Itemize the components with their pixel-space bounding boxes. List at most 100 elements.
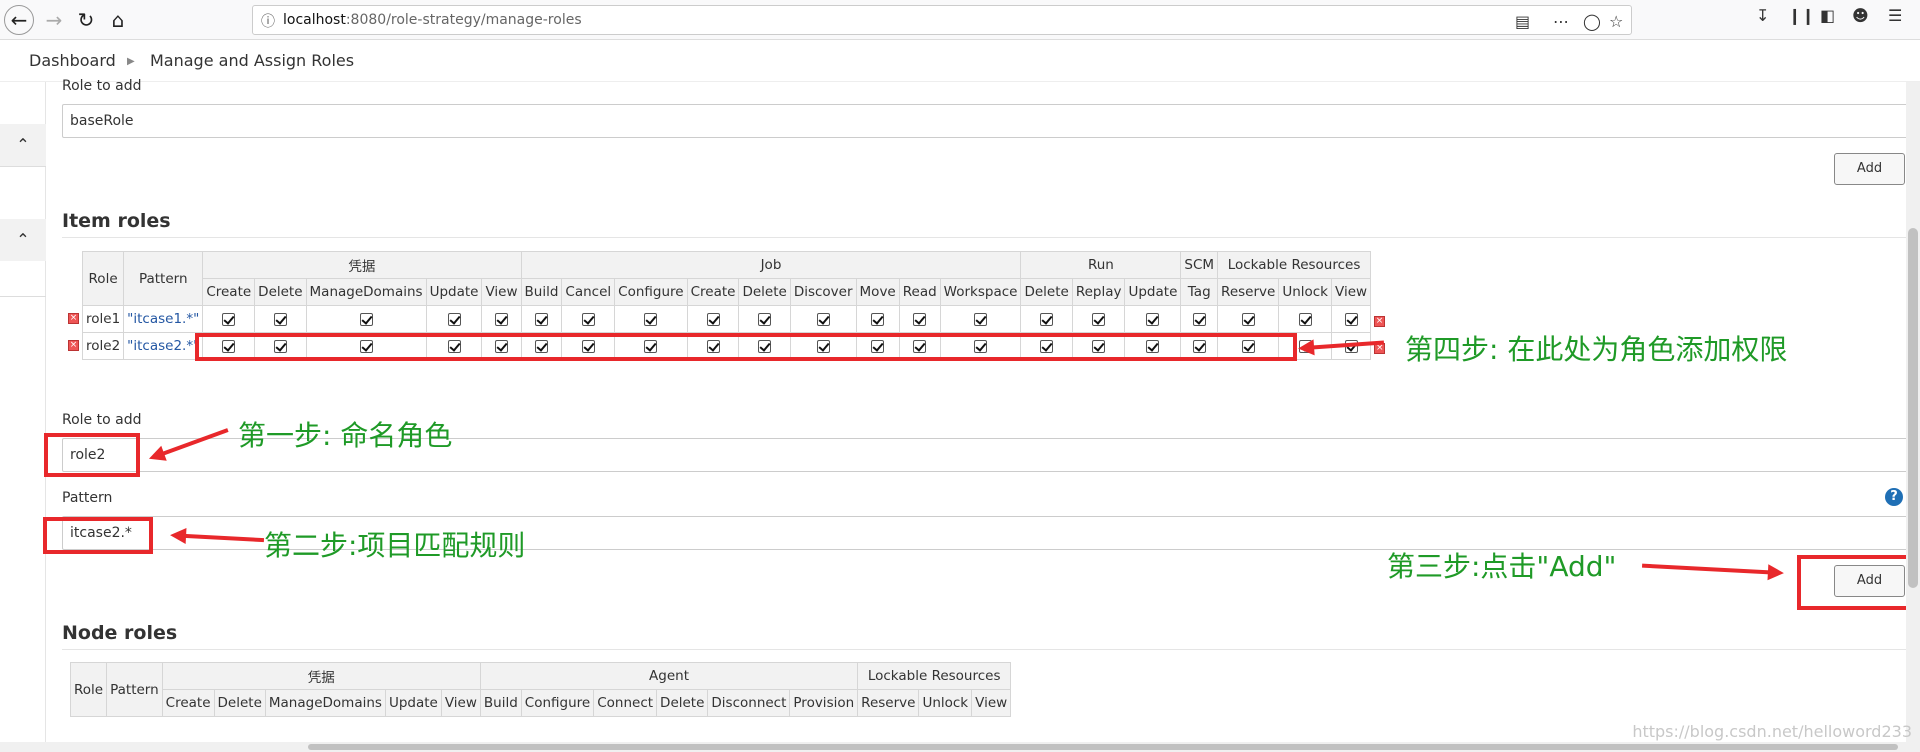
- delete-role-icon[interactable]: ×: [1374, 316, 1386, 327]
- item-role-to-add-label: Role to add: [62, 412, 142, 428]
- permission-checkbox[interactable]: [495, 312, 508, 326]
- permission-cell: [254, 305, 307, 333]
- node-roles-divider: [62, 649, 1908, 650]
- collapse-chevron-up-icon[interactable]: ⌃: [0, 219, 46, 261]
- step4-annotation: 第四步: 在此处为角色添加权限: [1405, 333, 1788, 366]
- delete-cell: ×: [1370, 305, 1389, 333]
- global-add-button[interactable]: Add: [1834, 153, 1905, 185]
- library-icon[interactable]: ❙❙: [1788, 6, 1815, 25]
- pattern-link[interactable]: "itcase2.*": [123, 332, 204, 360]
- table-row: × role1 "itcase1.*" ×: [68, 305, 1389, 333]
- permission-cell: [939, 305, 1022, 333]
- permission-checkbox[interactable]: [1092, 312, 1106, 326]
- step1-highlight-box: [44, 433, 140, 477]
- permission-header: Discover: [789, 278, 857, 306]
- permission-header: ManageDomains: [264, 689, 386, 717]
- permission-checkbox[interactable]: [581, 312, 595, 326]
- permission-header: View: [1331, 278, 1372, 306]
- permission-header: Delete: [656, 689, 709, 717]
- permission-checkbox[interactable]: [1344, 312, 1358, 326]
- sidebar-icon[interactable]: ◧: [1820, 6, 1835, 25]
- item-roles-divider: [62, 237, 1908, 238]
- permission-header: Unlock: [918, 689, 973, 717]
- permission-cell: [1217, 305, 1280, 333]
- permission-header: Delete: [738, 278, 791, 306]
- permission-checkbox[interactable]: [706, 312, 720, 326]
- vertical-scroll-thumb[interactable]: [1908, 228, 1918, 588]
- permission-checkbox[interactable]: [644, 312, 658, 326]
- permission-header: Reserve: [1217, 278, 1280, 306]
- back-arrow-icon[interactable]: ←: [4, 5, 34, 35]
- permission-header: Build: [520, 278, 563, 306]
- pocket-icon[interactable]: ◯: [1583, 12, 1601, 31]
- step3-arrow: [1641, 563, 1771, 575]
- permission-checkbox[interactable]: [1040, 312, 1054, 326]
- permission-cell: [614, 305, 688, 333]
- url-text: localhost:8080/role-strategy/manage-role…: [283, 12, 582, 28]
- permission-checkbox[interactable]: [1146, 312, 1160, 326]
- permission-header: Configure: [520, 689, 595, 717]
- permission-header: Delete: [213, 689, 266, 717]
- group-lockable-header: Lockable Resources: [1217, 251, 1372, 279]
- home-icon[interactable]: ⌂: [102, 4, 134, 36]
- permission-header: Delete: [1020, 278, 1073, 306]
- permission-cell: [1071, 305, 1126, 333]
- permission-checkbox[interactable]: [758, 312, 772, 326]
- breadcrumb-manage-roles[interactable]: Manage and Assign Roles: [150, 51, 354, 70]
- group-scm-header: SCM: [1180, 251, 1219, 279]
- help-icon[interactable]: ?: [1885, 488, 1903, 506]
- delete-role-icon[interactable]: ×: [68, 340, 79, 351]
- reader-view-icon[interactable]: ▤: [1515, 12, 1530, 31]
- col-pattern-header: Pattern: [106, 662, 163, 717]
- reload-icon[interactable]: ↻: [70, 4, 102, 36]
- permission-checkbox[interactable]: [974, 312, 988, 326]
- permission-cell: [686, 305, 740, 333]
- permission-checkbox[interactable]: [273, 312, 287, 326]
- delete-role-icon[interactable]: ×: [68, 313, 79, 324]
- permission-checkbox[interactable]: [1192, 312, 1206, 326]
- permission-header: Read: [898, 278, 941, 306]
- account-icon[interactable]: ☻: [1852, 6, 1869, 25]
- permission-cell: [1124, 305, 1182, 333]
- group-run-header: Run: [1020, 251, 1182, 279]
- group-credentials-header: 凭据: [202, 251, 522, 279]
- breadcrumb-dashboard[interactable]: Dashboard: [29, 51, 116, 70]
- breadcrumb: Dashboard ▶ Manage and Assign Roles: [0, 40, 1920, 82]
- permission-header: Update: [1124, 278, 1182, 306]
- permission-header: View: [971, 689, 1012, 717]
- browser-toolbar: ← → ↻ ⌂ ⓘ localhost:8080/role-strategy/m…: [0, 0, 1920, 40]
- permission-cell: [898, 305, 941, 333]
- global-role-to-add-input[interactable]: baseRole: [62, 104, 1908, 138]
- permission-checkbox[interactable]: [534, 312, 548, 326]
- permission-cell: [305, 305, 427, 333]
- permission-checkbox[interactable]: [871, 312, 885, 326]
- side-panel: ⌃ ⌃: [0, 82, 46, 752]
- permission-checkbox[interactable]: [913, 312, 927, 326]
- permission-header: Disconnect: [707, 689, 791, 717]
- collapse-chevron-up-icon[interactable]: ⌃: [0, 124, 46, 166]
- permission-checkbox[interactable]: [447, 312, 461, 326]
- pattern-link[interactable]: "itcase1.*": [123, 305, 204, 333]
- permission-checkbox[interactable]: [222, 312, 236, 326]
- menu-icon[interactable]: ☰: [1888, 6, 1902, 25]
- permission-checkbox[interactable]: [816, 312, 830, 326]
- permission-header: Build: [479, 689, 522, 717]
- horizontal-scroll-thumb[interactable]: [308, 744, 1898, 750]
- permission-checkbox[interactable]: [1298, 312, 1312, 326]
- col-role-header: Role: [69, 662, 108, 717]
- permission-header: Tag: [1180, 278, 1219, 306]
- bookmark-star-icon[interactable]: ☆: [1609, 12, 1623, 31]
- permission-header: Update: [425, 278, 483, 306]
- permission-cell: [1180, 305, 1219, 333]
- address-bar[interactable]: ⓘ localhost:8080/role-strategy/manage-ro…: [252, 5, 1632, 35]
- step2-annotation: 第二步:项目匹配规则: [264, 529, 526, 562]
- watermark: https://blog.csdn.net/helloword233: [1632, 722, 1912, 741]
- permission-checkbox[interactable]: [359, 312, 373, 326]
- downloads-icon[interactable]: ↧: [1756, 6, 1769, 25]
- forward-arrow-icon[interactable]: →: [38, 4, 70, 36]
- permission-checkbox[interactable]: [1241, 312, 1255, 326]
- global-role-to-add-label: Role to add: [62, 78, 142, 94]
- side-divider: [0, 166, 46, 167]
- info-icon[interactable]: ⓘ: [261, 11, 275, 31]
- page-actions-icon[interactable]: ⋯: [1553, 12, 1569, 31]
